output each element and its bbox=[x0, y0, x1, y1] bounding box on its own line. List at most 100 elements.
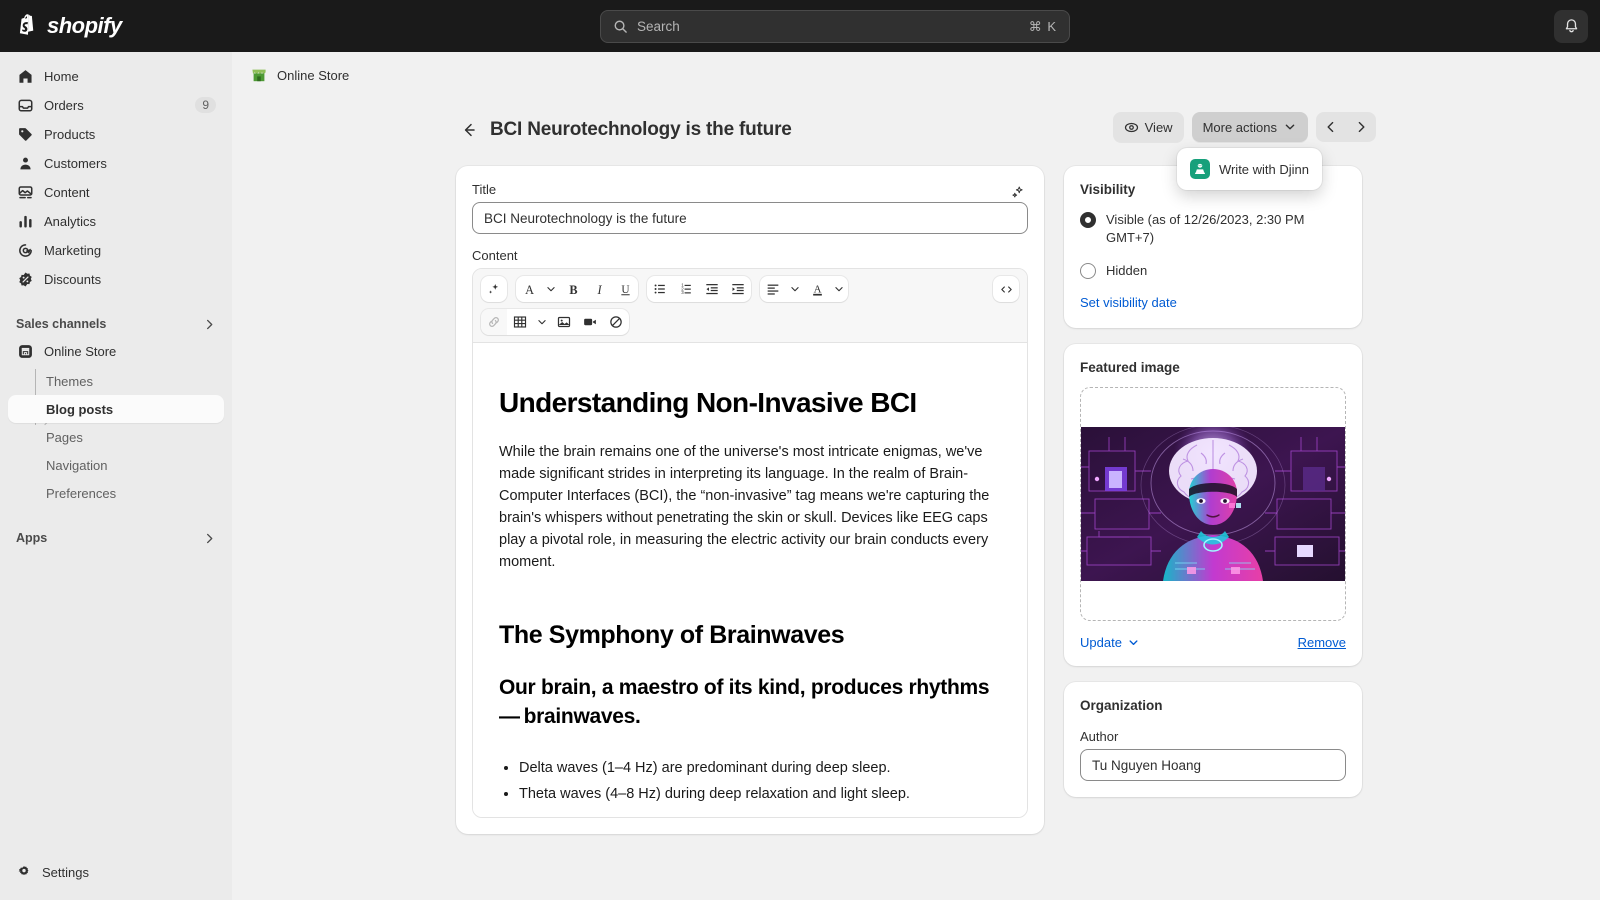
global-search[interactable]: Search ⌘ K bbox=[600, 10, 1070, 43]
svg-text:B: B bbox=[569, 282, 577, 296]
online-store-subnav: Themes Blog posts Pages Navigation Prefe… bbox=[8, 367, 224, 507]
organization-title: Organization bbox=[1080, 698, 1163, 714]
gear-icon bbox=[16, 864, 32, 880]
insert-table-button[interactable] bbox=[507, 309, 533, 335]
align-chevron-down-icon[interactable] bbox=[786, 276, 804, 302]
insert-image-button[interactable] bbox=[551, 309, 577, 335]
sidebar-item-products[interactable]: Products bbox=[8, 120, 224, 148]
page-header: BCI Neurotechnology is the future View M… bbox=[456, 110, 1376, 190]
update-image-button[interactable]: Update bbox=[1080, 635, 1140, 650]
remove-image-button[interactable]: Remove bbox=[1298, 635, 1346, 650]
search-placeholder: Search bbox=[637, 19, 680, 34]
table-chevron-down-icon[interactable] bbox=[533, 309, 551, 335]
sidebar-item-discounts[interactable]: Discounts bbox=[8, 265, 224, 293]
svg-text:A: A bbox=[525, 282, 534, 296]
text-style-chevron-down-icon[interactable] bbox=[542, 276, 560, 302]
visibility-visible-label: Visible (as of 12/26/2023, 2:30 PM GMT+7… bbox=[1106, 212, 1305, 246]
list-item: Theta waves (4–8 Hz) during deep relaxat… bbox=[519, 782, 1001, 808]
code-view-group bbox=[993, 276, 1019, 302]
orders-icon bbox=[16, 96, 34, 114]
prev-page-button[interactable] bbox=[1316, 112, 1346, 142]
sidebar-label: Marketing bbox=[44, 242, 102, 258]
sidebar-label: Products bbox=[44, 126, 96, 142]
more-actions-button[interactable]: More actions bbox=[1191, 112, 1308, 142]
featured-image-card: Featured image Update Remove bbox=[1064, 344, 1362, 667]
svg-text:U: U bbox=[621, 283, 629, 295]
shopify-logo[interactable]: shopify bbox=[16, 13, 122, 39]
apps-label: Apps bbox=[16, 531, 48, 545]
ai-assist-button[interactable] bbox=[481, 276, 507, 302]
outdent-button[interactable] bbox=[699, 276, 725, 302]
sidebar-section-apps[interactable]: Apps bbox=[8, 525, 224, 551]
sidebar-label: Online Store bbox=[44, 343, 117, 359]
sidebar-item-navigation[interactable]: Navigation bbox=[8, 451, 224, 479]
insert-link-button[interactable] bbox=[481, 309, 507, 335]
content-label: Content bbox=[472, 248, 518, 263]
online-store-icon bbox=[16, 342, 34, 360]
set-visibility-date-link[interactable]: Set visibility date bbox=[1080, 295, 1177, 310]
radio-hidden[interactable] bbox=[1080, 262, 1096, 279]
bold-button[interactable]: B bbox=[560, 276, 586, 302]
sidebar-item-pages[interactable]: Pages bbox=[8, 423, 224, 451]
underline-button[interactable]: U bbox=[612, 276, 638, 302]
content-image-icon bbox=[16, 183, 34, 201]
list-item: Delta waves (1–4 Hz) are predominant dur… bbox=[519, 756, 1001, 782]
sidebar-item-analytics[interactable]: Analytics bbox=[8, 207, 224, 235]
author-input[interactable] bbox=[1080, 749, 1346, 782]
sidebar-label: Pages bbox=[46, 429, 83, 445]
sidebar-label: Customers bbox=[44, 155, 107, 171]
back-button[interactable] bbox=[456, 117, 482, 143]
write-with-djinn-menu-item[interactable]: Write with Djinn bbox=[1182, 153, 1317, 185]
text-style-button[interactable]: A bbox=[516, 276, 542, 302]
content-columns: Title Content bbox=[456, 166, 1376, 850]
arrow-left-icon bbox=[460, 121, 478, 139]
sidebar-item-marketing[interactable]: Marketing bbox=[8, 236, 224, 264]
content-paragraph-1: While the brain remains one of the unive… bbox=[499, 444, 990, 571]
notifications-button[interactable] bbox=[1554, 10, 1588, 43]
next-page-button[interactable] bbox=[1346, 112, 1376, 142]
more-actions-dropdown: Write with Djinn bbox=[1176, 148, 1322, 190]
title-input[interactable] bbox=[472, 202, 1028, 234]
sidebar-item-content[interactable]: Content bbox=[8, 178, 224, 206]
visibility-option-visible[interactable]: Visible (as of 12/26/2023, 2:30 PM GMT+7… bbox=[1080, 211, 1346, 248]
featured-image-dropzone[interactable] bbox=[1080, 387, 1346, 622]
align-button[interactable] bbox=[760, 276, 786, 302]
text-color-chevron-down-icon[interactable] bbox=[830, 276, 848, 302]
sidebar-item-online-store[interactable]: Online Store bbox=[8, 337, 224, 365]
svg-text:A: A bbox=[813, 283, 821, 295]
bulleted-list-button[interactable] bbox=[647, 276, 673, 302]
radio-visible[interactable] bbox=[1080, 212, 1096, 228]
author-label: Author bbox=[1080, 729, 1119, 745]
search-box[interactable]: Search ⌘ K bbox=[600, 10, 1070, 43]
title-magic-sparkle-icon[interactable] bbox=[1008, 182, 1028, 202]
numbered-list-button[interactable]: 123 bbox=[673, 276, 699, 302]
sidebar-item-preferences[interactable]: Preferences bbox=[8, 479, 224, 507]
text-color-button[interactable]: A bbox=[804, 276, 830, 302]
clear-formatting-button[interactable] bbox=[603, 309, 629, 335]
italic-button[interactable]: I bbox=[586, 276, 612, 302]
sidebar-item-themes[interactable]: Themes bbox=[8, 367, 224, 395]
list-group: 123 bbox=[647, 276, 751, 302]
visibility-option-hidden[interactable]: Hidden bbox=[1080, 262, 1346, 280]
editor-content-area[interactable]: Understanding Non-Invasive BCI While the… bbox=[473, 343, 1027, 817]
visibility-hidden-label: Hidden bbox=[1106, 262, 1148, 278]
sidebar-item-customers[interactable]: Customers bbox=[8, 149, 224, 177]
sidebar-item-blog-posts[interactable]: Blog posts bbox=[8, 395, 224, 423]
sidebar-item-orders[interactable]: Orders 9 bbox=[8, 91, 224, 119]
code-view-button[interactable] bbox=[993, 276, 1019, 302]
post-editor-card: Title Content bbox=[456, 166, 1044, 834]
insert-video-button[interactable] bbox=[577, 309, 603, 335]
shopify-wordmark: shopify bbox=[47, 13, 122, 38]
svg-text:3: 3 bbox=[681, 290, 684, 295]
sidebar-item-settings[interactable]: Settings bbox=[8, 858, 224, 886]
sidebar-label: Analytics bbox=[44, 213, 97, 229]
marketing-target-icon bbox=[16, 241, 34, 259]
sidebar-section-sales-channels[interactable]: Sales channels bbox=[8, 311, 224, 337]
sidebar-item-home[interactable]: Home bbox=[8, 62, 224, 90]
view-button[interactable]: View bbox=[1112, 112, 1184, 142]
breadcrumb[interactable]: Online Store bbox=[232, 52, 349, 84]
eye-icon bbox=[1124, 120, 1139, 135]
organization-card: Organization Author bbox=[1064, 682, 1362, 798]
indent-button[interactable] bbox=[725, 276, 751, 302]
search-shortcut: ⌘ K bbox=[1028, 18, 1057, 34]
